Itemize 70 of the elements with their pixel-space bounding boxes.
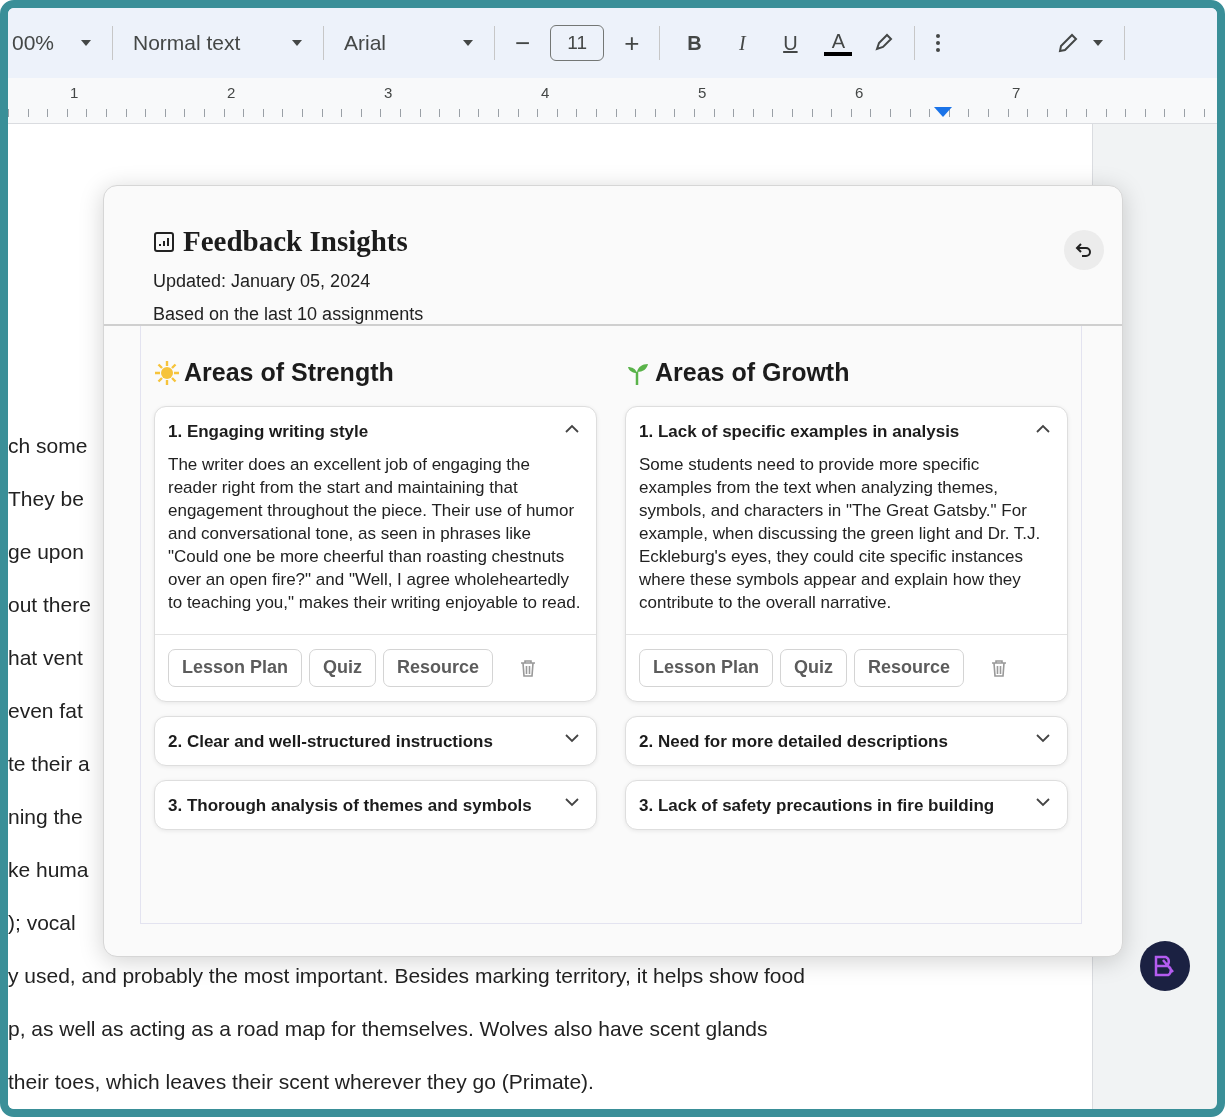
document-text-line: out there [8, 591, 91, 618]
assignments-note: Based on the last 10 assignments [153, 302, 425, 326]
ruler-number: 6 [855, 83, 864, 103]
updated-date: Updated: January 05, 2024 [153, 269, 372, 293]
expand-chevron-icon[interactable] [565, 797, 579, 807]
document-text-line: They be [8, 485, 84, 512]
action-button[interactable]: Quiz [309, 648, 377, 687]
card-title[interactable]: 3. Lack of safety precautions in fire building [639, 793, 995, 817]
decrease-size-button[interactable]: − [515, 30, 531, 56]
card-title[interactable]: 2. Need for more detailed descriptions [639, 729, 948, 753]
bold-button[interactable]: B [680, 28, 709, 58]
collapse-chevron-icon[interactable] [1036, 423, 1050, 433]
font-dropdown[interactable]: Arial [344, 27, 474, 59]
document-text-line: ge upon [8, 538, 84, 565]
zoom-dropdown[interactable]: 00% [12, 27, 92, 59]
feedback-text: Some students need to provide more specific examples from the text when analyzing themes, symbols, and characters in "The Great Gatsby." For example, when discussing the green light and Dr. T.J. Eckleburg's eyes, they could cite specific instances where these symbols appear and explain how they contribute to the overall narrative. [638, 453, 1042, 614]
text-color-button[interactable]: A [824, 30, 853, 56]
ruler-number: 1 [70, 83, 79, 103]
action-button[interactable]: Lesson Plan [639, 648, 774, 687]
document-text-line: their toes, which leaves their scent wherever they go (Primate). [8, 1068, 594, 1095]
ruler-number: 5 [698, 83, 707, 103]
ruler-number: 4 [541, 83, 550, 103]
caret-icon [1092, 39, 1105, 47]
ruler-number: 2 [227, 83, 236, 103]
expand-chevron-icon[interactable] [1036, 797, 1050, 807]
document-text-line: ning the [8, 803, 83, 830]
trash-icon[interactable] [520, 658, 537, 677]
collapse-chevron-icon[interactable] [565, 423, 579, 433]
undo-button[interactable] [1064, 230, 1104, 270]
document-text-line: ke huma [8, 856, 89, 883]
panel-title: Feedback Insights [183, 224, 408, 259]
action-button[interactable]: Quiz [780, 648, 848, 687]
section-heading: Areas of Strength [184, 357, 394, 388]
font-size-field[interactable]: 11 [550, 25, 605, 61]
document-text-line: y used, and probably the most important. Besides marking territory, it helps show food [8, 962, 805, 989]
expand-chevron-icon[interactable] [1036, 733, 1050, 743]
highlighter-icon[interactable] [872, 32, 895, 54]
document-text-line: even fat [8, 697, 83, 724]
sun-icon [154, 359, 180, 386]
style-dropdown[interactable]: Normal text [133, 27, 303, 59]
card-title[interactable]: 1. Engaging writing style [168, 419, 369, 443]
underline-button[interactable]: U [776, 28, 805, 58]
document-text-line: ch some [8, 432, 88, 459]
assistant-logo-button[interactable] [1140, 941, 1190, 991]
ruler-number: 3 [384, 83, 393, 103]
undo-icon [1074, 240, 1094, 260]
caret-icon [462, 39, 474, 47]
ruler-number: 7 [1012, 83, 1021, 103]
document-text-line: te their a [8, 750, 90, 777]
card-title[interactable]: 2. Clear and well-structured instructions [168, 729, 493, 753]
trash-icon[interactable] [991, 658, 1008, 677]
card-title[interactable]: 3. Thorough analysis of themes and symbols [168, 793, 532, 817]
document-text-line: p, as well as acting as a road map for themselves. Wolves also have scent glands [8, 1015, 768, 1042]
feedback-text: The writer does an excellent job of engaging the reader right from the start and maintaining that engagement throughout the piece. Their use of humor and conversational tone, as seen in phrases like "Could one be more cheerful than roasting chestnuts over an open fire?" and "Well, I agree wholeheartedly to teaching you," makes their writing enjoyable to read. [167, 453, 582, 614]
chart-icon [153, 230, 175, 253]
section-heading: Areas of Growth [655, 357, 850, 388]
caret-icon [291, 39, 303, 47]
expand-chevron-icon[interactable] [565, 733, 579, 743]
increase-size-button[interactable]: + [624, 30, 640, 56]
action-button[interactable]: Resource [383, 648, 494, 687]
caret-icon [80, 39, 92, 47]
editing-mode-button[interactable] [1056, 31, 1105, 55]
indent-marker-icon[interactable] [934, 107, 952, 117]
action-button[interactable]: Lesson Plan [168, 648, 303, 687]
italic-button[interactable]: I [728, 28, 757, 58]
more-options-icon[interactable] [935, 33, 942, 53]
document-text-line: hat vent [8, 644, 83, 671]
card-title[interactable]: 1. Lack of specific examples in analysis [639, 419, 960, 443]
document-text-line: ); vocal [8, 909, 76, 936]
action-button[interactable]: Resource [854, 648, 965, 687]
